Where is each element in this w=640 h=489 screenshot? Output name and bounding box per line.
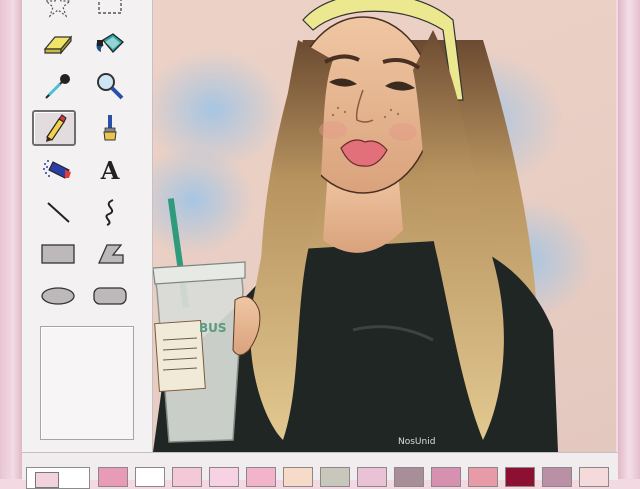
palette-swatch[interactable]	[320, 467, 350, 487]
pencil-icon	[46, 114, 67, 142]
tool-fill[interactable]	[88, 26, 132, 62]
palette-swatch[interactable]	[209, 467, 239, 487]
paint-bucket-icon	[96, 33, 124, 53]
palette-swatch[interactable]	[357, 467, 387, 487]
cup-logo-text: BUS	[199, 321, 227, 335]
palette-swatch[interactable]	[394, 467, 424, 487]
tool-options-box[interactable]	[40, 326, 134, 440]
tool-brush[interactable]	[88, 110, 132, 146]
palette-swatch[interactable]	[135, 467, 165, 487]
window-frame-right	[618, 0, 640, 479]
tool-free-form-select[interactable]	[36, 0, 80, 22]
current-colors-indicator[interactable]	[26, 467, 90, 489]
palette-swatch[interactable]	[246, 467, 276, 487]
text-icon: A	[100, 155, 120, 185]
airbrush-icon	[43, 160, 71, 179]
palette-swatch[interactable]	[505, 467, 535, 487]
tool-polygon[interactable]	[88, 236, 132, 272]
magnifier-icon	[97, 73, 124, 100]
palette-swatch[interactable]	[468, 467, 498, 487]
tool-eraser[interactable]	[36, 26, 80, 62]
polygon-icon	[97, 244, 124, 264]
eyedropper-icon	[45, 74, 70, 99]
tool-rectangle[interactable]	[36, 236, 80, 272]
star-select-icon	[44, 0, 72, 18]
tool-rounded-rectangle[interactable]	[88, 278, 132, 314]
dashed-rect-icon	[98, 0, 122, 14]
tool-curve[interactable]	[88, 194, 132, 230]
palette-swatch[interactable]	[579, 467, 609, 487]
brush-icon	[103, 115, 117, 141]
color-palette	[22, 452, 618, 489]
eraser-icon	[43, 35, 73, 55]
palette-swatch[interactable]	[431, 467, 461, 487]
palette-swatch[interactable]	[98, 467, 128, 487]
drawing-canvas[interactable]: NosUnid BUS	[153, 0, 616, 452]
tool-rectangle-select[interactable]	[88, 0, 132, 22]
rounded-rect-icon	[93, 287, 127, 305]
portrait-illustration: NosUnid BUS	[153, 0, 593, 452]
window-frame-left	[0, 0, 22, 479]
tool-airbrush[interactable]	[36, 152, 80, 188]
toolbox: A	[22, 0, 153, 452]
tool-pencil[interactable]	[32, 110, 76, 146]
palette-swatch[interactable]	[542, 467, 572, 487]
palette-swatch[interactable]	[172, 467, 202, 487]
hoodie-text: NosUnid	[398, 437, 435, 447]
foreground-color	[35, 472, 59, 488]
curve-icon	[105, 199, 114, 226]
tool-line[interactable]	[36, 194, 80, 230]
tool-magnifier[interactable]	[88, 68, 132, 104]
ellipse-icon	[41, 287, 75, 305]
palette-swatch[interactable]	[283, 467, 313, 487]
tool-ellipse[interactable]	[36, 278, 80, 314]
tool-text[interactable]: A	[88, 152, 132, 188]
tool-pick-color[interactable]	[36, 68, 80, 104]
rectangle-icon	[41, 244, 75, 264]
line-icon	[47, 202, 70, 223]
